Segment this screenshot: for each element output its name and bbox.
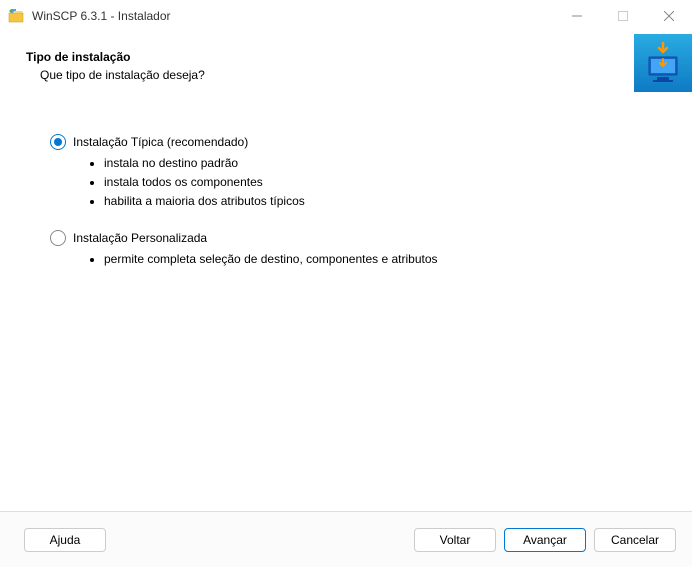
radio-icon: [50, 230, 66, 246]
wizard-icon: [634, 34, 692, 92]
radio-label-custom: Instalação Personalizada: [73, 231, 207, 245]
window-controls: [554, 0, 692, 32]
app-icon: [8, 8, 24, 24]
minimize-button[interactable]: [554, 0, 600, 32]
install-options: Instalação Típica (recomendado) instala …: [50, 134, 666, 269]
radio-custom-install[interactable]: Instalação Personalizada: [50, 230, 666, 246]
help-button[interactable]: Ajuda: [24, 528, 106, 552]
cancel-button[interactable]: Cancelar: [594, 528, 676, 552]
titlebar: WinSCP 6.3.1 - Instalador: [0, 0, 692, 32]
radio-label-typical: Instalação Típica (recomendado): [73, 135, 248, 149]
close-button[interactable]: [646, 0, 692, 32]
page-subtitle: Que tipo de instalação deseja?: [40, 68, 666, 82]
radio-icon: [50, 134, 66, 150]
page-title: Tipo de instalação: [26, 50, 666, 64]
list-item: habilita a maioria dos atributos típicos: [104, 192, 666, 211]
footer: Ajuda Voltar Avançar Cancelar: [0, 511, 692, 567]
list-item: instala todos os componentes: [104, 173, 666, 192]
typical-details: instala no destino padrão instala todos …: [92, 154, 666, 212]
back-button[interactable]: Voltar: [414, 528, 496, 552]
window-title: WinSCP 6.3.1 - Instalador: [32, 9, 554, 23]
next-button[interactable]: Avançar: [504, 528, 586, 552]
list-item: permite completa seleção de destino, com…: [104, 250, 666, 269]
list-item: instala no destino padrão: [104, 154, 666, 173]
maximize-button: [600, 0, 646, 32]
content-area: Tipo de instalação Que tipo de instalaçã…: [0, 32, 692, 269]
radio-typical-install[interactable]: Instalação Típica (recomendado): [50, 134, 666, 150]
custom-details: permite completa seleção de destino, com…: [92, 250, 666, 269]
